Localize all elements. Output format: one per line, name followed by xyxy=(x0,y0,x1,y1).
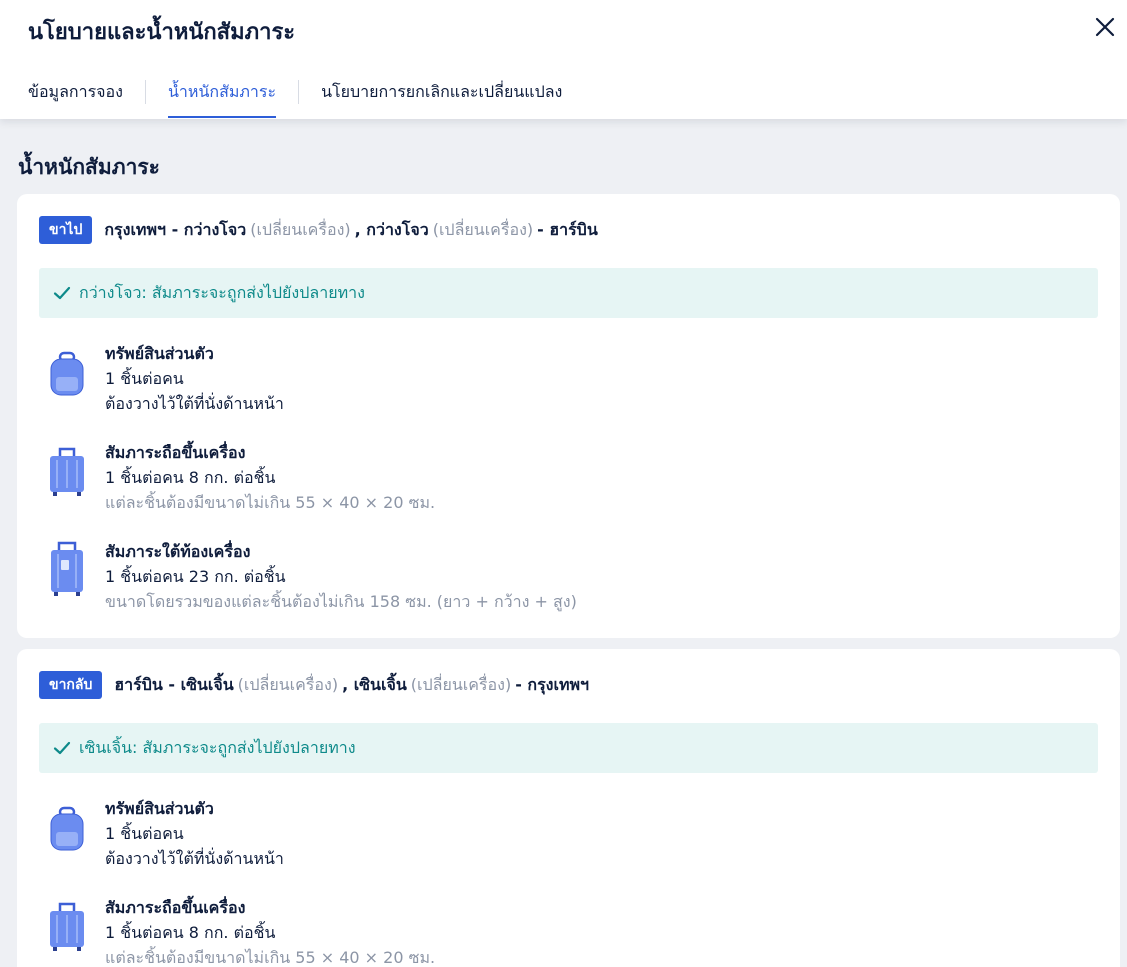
notice-text: เซินเจิ้น: สัมภาระจะถูกส่งไปยังปลายทาง xyxy=(79,737,356,757)
item-title: ทรัพย์สินส่วนตัว xyxy=(105,799,214,818)
item-note: ขนาดโดยรวมของแต่ละชิ้นต้องไม่เกิน 158 ซม… xyxy=(105,592,577,611)
route-line: ขาไป กรุงเทพฯ - กว่างโจว (เปลี่ยนเครื่อง… xyxy=(39,216,598,244)
carry-on-suitcase-icon xyxy=(50,902,84,951)
transfer-note: (เปลี่ยนเครื่อง) xyxy=(432,219,534,239)
item-note: แต่ละชิ้นต้องมีขนาดไม่เกิน 55 × 40 × 20 … xyxy=(105,948,436,967)
close-icon[interactable] xyxy=(1092,14,1118,40)
item-note: แต่ละชิ้นต้องมีขนาดไม่เกิน 55 × 40 × 20 … xyxy=(105,493,436,512)
segment-card-return: ขากลับ ฮาร์บิน - เซินเจิ้น (เปลี่ยนเครื่… xyxy=(17,649,1120,967)
modal-header: นโยบายและน้ำหนักสัมภาระ ข้อมูลการจอง น้ำ… xyxy=(0,0,1127,119)
check-icon xyxy=(53,741,71,755)
route-mid: , กว่างโจว xyxy=(354,219,429,239)
item-title: สัมภาระใต้ท้องเครื่อง xyxy=(105,542,251,561)
transfer-notice: กว่างโจว: สัมภาระจะถูกส่งไปยังปลายทาง xyxy=(39,268,1098,318)
carry-on-suitcase-icon xyxy=(50,447,84,496)
item-title: สัมภาระถือขึ้นเครื่อง xyxy=(105,443,246,462)
route-from: กรุงเทพฯ - กว่างโจว xyxy=(104,219,247,239)
tab-booking-info[interactable]: ข้อมูลการจอง xyxy=(28,76,123,119)
transfer-note: (เปลี่ยนเครื่อง) xyxy=(410,674,512,694)
item-allowance: 1 ชิ้นต่อคน xyxy=(105,824,184,843)
route-from: ฮาร์บิน - เซินเจิ้น xyxy=(114,674,234,694)
modal-content[interactable]: น้ำหนักสัมภาระ ขาไป กรุงเทพฯ - กว่างโจว … xyxy=(0,119,1127,967)
item-title: ทรัพย์สินส่วนตัว xyxy=(105,344,214,363)
segment-card-outbound: ขาไป กรุงเทพฯ - กว่างโจว (เปลี่ยนเครื่อง… xyxy=(17,194,1120,638)
baggage-item-checked: สัมภาระใต้ท้องเครื่อง 1 ชิ้นต่อคน 23 กก.… xyxy=(45,539,1085,619)
checked-suitcase-icon xyxy=(51,541,83,596)
item-allowance: 1 ชิ้นต่อคน 8 กก. ต่อชิ้น xyxy=(105,468,276,487)
item-allowance: 1 ชิ้นต่อคน 23 กก. ต่อชิ้น xyxy=(105,567,286,586)
transfer-note: (เปลี่ยนเครื่อง) xyxy=(250,219,351,239)
item-note: ต้องวางไว้ใต้ที่นั่งด้านหน้า xyxy=(105,394,284,413)
backpack-icon xyxy=(50,806,84,851)
route-line: ขากลับ ฮาร์บิน - เซินเจิ้น (เปลี่ยนเครื่… xyxy=(39,671,589,699)
tab-cancellation-policy[interactable]: นโยบายการยกเลิกและเปลี่ยนแปลง xyxy=(321,76,562,119)
tab-divider xyxy=(298,80,300,104)
baggage-item-carry-on: สัมภาระถือขึ้นเครื่อง 1 ชิ้นต่อคน 8 กก. … xyxy=(45,895,1085,967)
baggage-item-carry-on: สัมภาระถือขึ้นเครื่อง 1 ชิ้นต่อคน 8 กก. … xyxy=(45,440,1085,520)
route-to: - ฮาร์บิน xyxy=(537,219,598,239)
item-note: ต้องวางไว้ใต้ที่นั่งด้านหน้า xyxy=(105,849,284,868)
direction-badge: ขากลับ xyxy=(39,671,103,699)
check-icon xyxy=(53,286,71,300)
notice-text: กว่างโจว: สัมภาระจะถูกส่งไปยังปลายทาง xyxy=(79,282,365,302)
item-allowance: 1 ชิ้นต่อคน 8 กก. ต่อชิ้น xyxy=(105,923,276,942)
baggage-item-personal: ทรัพย์สินส่วนตัว 1 ชิ้นต่อคน ต้องวางไว้ใ… xyxy=(45,341,1085,421)
route-mid: , เซินเจิ้น xyxy=(342,674,407,694)
modal-title: นโยบายและน้ำหนักสัมภาระ xyxy=(28,20,296,45)
tab-baggage[interactable]: น้ำหนักสัมภาระ xyxy=(167,76,277,119)
transfer-notice: เซินเจิ้น: สัมภาระจะถูกส่งไปยังปลายทาง xyxy=(39,723,1098,773)
item-allowance: 1 ชิ้นต่อคน xyxy=(105,369,184,388)
section-title: น้ำหนักสัมภาระ xyxy=(18,155,160,179)
tab-bar: ข้อมูลการจอง น้ำหนักสัมภาระ นโยบายการยกเ… xyxy=(28,76,562,119)
backpack-icon xyxy=(50,351,84,396)
transfer-note: (เปลี่ยนเครื่อง) xyxy=(237,674,339,694)
baggage-item-personal: ทรัพย์สินส่วนตัว 1 ชิ้นต่อคน ต้องวางไว้ใ… xyxy=(45,796,1085,876)
item-title: สัมภาระถือขึ้นเครื่อง xyxy=(105,898,246,917)
tab-divider xyxy=(144,80,146,104)
route-to: - กรุงเทพฯ xyxy=(515,674,590,694)
direction-badge: ขาไป xyxy=(39,216,93,244)
